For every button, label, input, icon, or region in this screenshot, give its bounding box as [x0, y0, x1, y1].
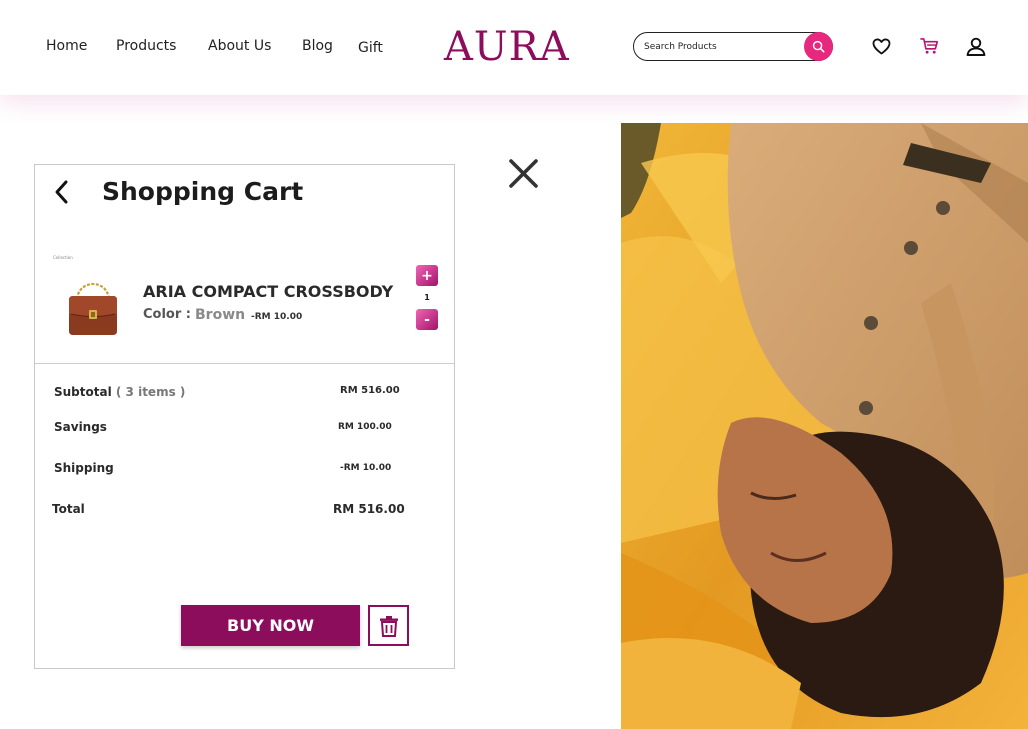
quantity-decrease-button[interactable]: - [416, 309, 438, 330]
subtotal-text: Subtotal [54, 385, 112, 399]
trash-icon [379, 615, 398, 637]
subtotal-label: Subtotal ( 3 items ) [54, 385, 185, 399]
product-image[interactable] [63, 269, 123, 337]
buy-now-button[interactable]: BUY NOW [181, 605, 360, 646]
search-button[interactable] [804, 32, 833, 61]
nav-gift[interactable]: Gift [358, 40, 383, 56]
back-arrow-icon[interactable] [51, 179, 73, 205]
search-icon [812, 40, 825, 53]
user-icon [966, 37, 986, 56]
total-label: Total [52, 502, 85, 516]
heart-icon [872, 38, 890, 54]
quantity-increase-button[interactable]: + [416, 265, 438, 286]
close-icon[interactable] [508, 158, 539, 189]
search-input[interactable] [644, 39, 794, 55]
cart-title: Shopping Cart [102, 177, 304, 206]
total-value: RM 516.00 [333, 502, 405, 516]
wishlist-button[interactable] [871, 36, 891, 56]
nav-home[interactable]: Home [46, 38, 87, 54]
savings-label: Savings [54, 420, 107, 434]
subtotal-value: RM 516.00 [340, 385, 400, 396]
divider [35, 363, 454, 364]
color-value: Brown [195, 307, 246, 323]
subtotal-item-count: ( 3 items ) [115, 385, 186, 399]
nav-about-us[interactable]: About Us [208, 38, 271, 54]
shipping-value: -RM 10.00 [340, 463, 392, 473]
shipping-label: Shipping [54, 461, 114, 475]
lifestyle-photo [621, 123, 1028, 729]
lifestyle-illustration [621, 123, 1028, 729]
brand-logo[interactable]: AURA [444, 24, 570, 70]
delete-item-button[interactable] [368, 605, 409, 646]
quantity-value: 1 [424, 293, 430, 302]
color-label: Color : [143, 307, 191, 322]
cart-button[interactable] [919, 36, 939, 56]
item-price: -RM 10.00 [251, 312, 303, 322]
account-button[interactable] [966, 36, 986, 56]
savings-value: RM 100.00 [338, 422, 392, 432]
collection-caption: Collection [53, 255, 73, 260]
shopping-cart-panel: Shopping Cart Collection ARIA COMPACT CR… [34, 164, 455, 669]
cart-icon [919, 38, 938, 54]
nav-blog[interactable]: Blog [302, 38, 333, 54]
site-header: Home Products About Us Blog Gift AURA [0, 0, 1028, 95]
product-name[interactable]: ARIA COMPACT CROSSBODY [143, 282, 393, 301]
search-bar [633, 32, 833, 61]
nav-products[interactable]: Products [116, 38, 176, 54]
